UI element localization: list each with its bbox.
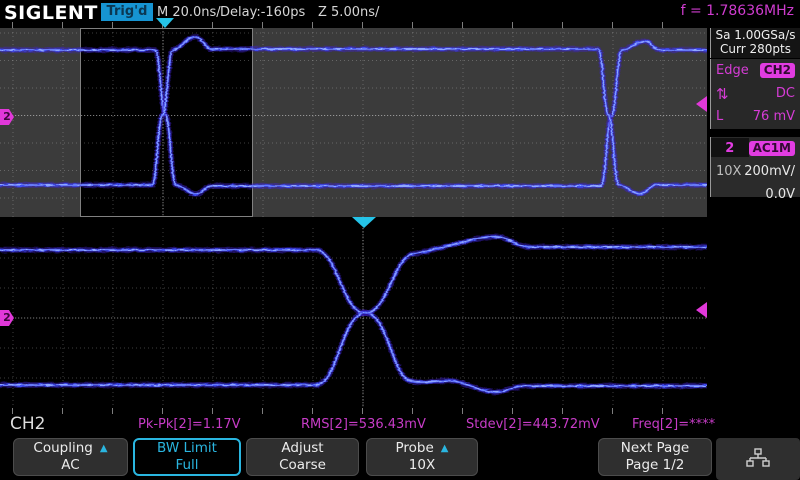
next-page-button[interactable]: Next Page Page 1/2 [598, 438, 712, 476]
coupling-button-label: Coupling [33, 440, 92, 457]
delay-readout: Delay:-160ps [220, 5, 305, 20]
bw-limit-button-label: BW Limit [157, 440, 217, 457]
active-channel-label: CH2 [10, 414, 45, 434]
channel2-coupling-badge: AC1M [749, 141, 795, 156]
channel2-scale: 200mV/ [744, 164, 795, 179]
trigger-level-label: L [716, 109, 723, 124]
measurement-stdev: Stdev[2]=443.72mV [466, 417, 600, 432]
waveform-panel-main [0, 28, 707, 217]
trigger-level-icon-main[interactable] [696, 96, 707, 112]
oscilloscope-screen: SIGLENT Trig'd M 20.0ns/ Delay:-160ps Z … [0, 0, 800, 480]
channel2-offset: 0.0V [765, 187, 795, 202]
measurement-bar: CH2 Pk-Pk[2]=1.17V RMS[2]=536.43mV Stdev… [0, 414, 800, 437]
measurement-rms: RMS[2]=536.43mV [301, 417, 426, 432]
trigger-type: Edge [716, 63, 749, 78]
coupling-button-value: AC [61, 457, 79, 474]
zoom-trigger-position-icon[interactable] [352, 217, 376, 228]
trigger-level-icon-zoom[interactable] [696, 302, 707, 318]
trigger-coupling: DC [776, 86, 795, 101]
adjust-button-label: Adjust [281, 440, 323, 457]
acquisition-info-box: Sa 1.00GSa/s Curr 280pts [710, 28, 800, 58]
trigger-level-value: 76 mV [753, 109, 795, 124]
network-icon [746, 447, 770, 471]
channel2-probe: 10X [716, 164, 741, 179]
trigger-slope-icon: ⇅ [716, 85, 729, 103]
main-waveform-plot [0, 28, 707, 217]
next-page-button-label: Next Page [621, 440, 689, 457]
sample-rate: Sa 1.00GSa/s [711, 28, 800, 42]
adjust-button[interactable]: Adjust Coarse [246, 438, 359, 476]
trigger-source-badge: CH2 [760, 63, 795, 78]
trigger-status-badge: Trig'd [101, 3, 153, 21]
probe-button-value: 10X [409, 457, 435, 474]
channel2-info-box[interactable]: 2 AC1M 10X 200mV/ 0.0V [710, 137, 800, 197]
next-page-button-value: Page 1/2 [626, 457, 685, 474]
trigger-info-box[interactable]: Edge CH2 ⇅ DC L 76 mV [710, 59, 800, 129]
adjust-button-value: Coarse [279, 457, 326, 474]
probe-button[interactable]: Probe ▲ 10X [366, 438, 478, 476]
measurement-pkpk: Pk-Pk[2]=1.17V [138, 417, 241, 432]
probe-button-label: Probe [396, 440, 434, 457]
waveform-panel-zoom [0, 228, 707, 408]
measurement-freq: Freq[2]=**** [632, 417, 715, 432]
popup-arrow-icon: ▲ [100, 440, 108, 457]
coupling-button[interactable]: Coupling ▲ AC [13, 438, 128, 476]
panel-divider [0, 217, 707, 228]
network-status-panel[interactable] [716, 438, 800, 480]
trigger-position-icon[interactable] [156, 18, 174, 28]
bw-limit-button-value: Full [175, 457, 198, 474]
brand-logo: SIGLENT [4, 2, 98, 24]
zoom-waveform-plot [0, 228, 707, 408]
memory-depth: Curr 280pts [711, 42, 800, 56]
zoom-timebase-readout: Z 5.00ns/ [318, 5, 379, 20]
bw-limit-button[interactable]: BW Limit Full [133, 438, 241, 476]
popup-arrow-icon: ▲ [441, 440, 449, 457]
frequency-counter: f = 1.78636MHz [681, 3, 794, 19]
channel2-number-tab: 2 [711, 138, 749, 157]
